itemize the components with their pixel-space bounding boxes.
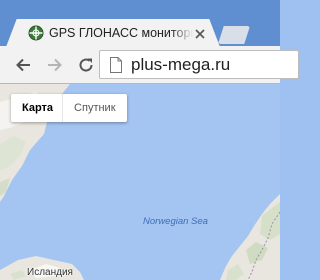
reload-icon[interactable] bbox=[77, 56, 95, 74]
map-canvas[interactable]: Карта Спутник Norwegian Sea Исландия bbox=[0, 84, 280, 280]
sea-label: Norwegian Sea bbox=[143, 216, 208, 227]
url-text: plus-mega.ru bbox=[131, 55, 231, 74]
back-arrow-icon[interactable] bbox=[14, 56, 32, 74]
close-icon[interactable] bbox=[194, 27, 206, 39]
address-bar[interactable]: plus-mega.ru bbox=[99, 50, 299, 79]
globe-icon bbox=[28, 25, 44, 41]
map-type-satellite-button[interactable]: Спутник bbox=[63, 94, 126, 122]
forward-arrow-icon[interactable] bbox=[46, 56, 64, 74]
tab-title: GPS ГЛОНАСС мониторинг bbox=[49, 26, 193, 40]
page-icon bbox=[109, 57, 123, 73]
map-type-control: Карта Спутник bbox=[11, 94, 127, 122]
map-type-map-button[interactable]: Карта bbox=[11, 94, 62, 122]
browser-toolbar: plus-mega.ru bbox=[0, 46, 299, 84]
country-label-iceland: Исландия bbox=[27, 267, 73, 278]
